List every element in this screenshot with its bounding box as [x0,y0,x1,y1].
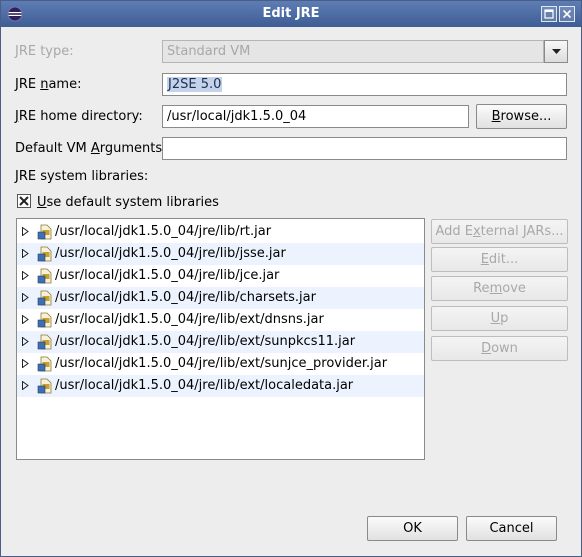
jar-icon [37,290,52,306]
library-row[interactable]: /usr/local/jdk1.5.0_04/jre/lib/charsets.… [17,287,424,309]
expand-arrow-icon[interactable] [22,315,29,324]
edit-jre-dialog: Edit JRE JRE type: Standard VM JRE name:… [0,0,582,557]
window-title: Edit JRE [262,6,320,21]
title-bar[interactable]: Edit JRE [1,1,581,27]
jar-icon [37,312,52,328]
library-path: /usr/local/jdk1.5.0_04/jre/lib/charsets.… [55,290,316,305]
library-row[interactable]: /usr/local/jdk1.5.0_04/jre/lib/ext/sunjc… [17,353,424,375]
system-libraries-label: JRE system libraries: [15,169,149,184]
library-row[interactable]: /usr/local/jdk1.5.0_04/jre/lib/rt.jar [17,221,424,243]
expand-arrow-icon[interactable] [22,359,29,368]
expand-arrow-icon[interactable] [22,249,29,258]
cancel-button[interactable]: Cancel [466,516,557,541]
expand-arrow-icon[interactable] [22,227,29,236]
add-external-jars-button[interactable]: Add External JARs... [431,219,568,244]
jre-name-value: J2SE 5.0 [167,77,223,92]
library-row[interactable]: /usr/local/jdk1.5.0_04/jre/lib/ext/sunpk… [17,331,424,353]
jar-icon [37,224,52,240]
use-default-libraries-checkbox[interactable] [17,194,31,208]
maximize-icon [544,9,554,19]
library-path: /usr/local/jdk1.5.0_04/jre/lib/ext/sunpk… [55,334,356,349]
chevron-down-icon [552,49,561,54]
jar-icon [37,356,52,372]
jre-type-label: JRE type: [15,44,74,59]
vm-args-label: Default VM Arguments: [15,141,167,156]
jre-name-label: JRE name: [15,77,82,92]
expand-arrow-icon[interactable] [22,271,29,280]
library-path: /usr/local/jdk1.5.0_04/jre/lib/ext/local… [55,378,354,393]
vm-args-field[interactable] [162,137,567,160]
jar-icon [37,246,52,262]
jre-name-field[interactable]: J2SE 5.0 [162,73,567,96]
library-row[interactable]: /usr/local/jdk1.5.0_04/jre/lib/jsse.jar [17,243,424,265]
library-row[interactable]: /usr/local/jdk1.5.0_04/jre/lib/ext/dnsns… [17,309,424,331]
maximize-button[interactable] [541,6,557,22]
jar-icon [37,334,52,350]
expand-arrow-icon[interactable] [22,337,29,346]
close-icon [562,9,572,19]
close-button[interactable] [559,6,575,22]
edit-button[interactable]: Edit... [431,247,568,272]
jre-type-combo[interactable]: Standard VM [162,40,544,63]
jre-home-field[interactable]: /usr/local/jdk1.5.0_04 [162,105,469,128]
expand-arrow-icon[interactable] [22,381,29,390]
library-path: /usr/local/jdk1.5.0_04/jre/lib/ext/dnsns… [55,312,324,327]
remove-button[interactable]: Remove [431,276,568,301]
use-default-libraries-label[interactable]: Use default system libraries [37,195,219,210]
library-row[interactable]: /usr/local/jdk1.5.0_04/jre/lib/jce.jar [17,265,424,287]
library-path: /usr/local/jdk1.5.0_04/jre/lib/jsse.jar [55,246,286,261]
jre-home-label: JRE home directory: [15,109,143,124]
checkmark-icon [19,196,29,206]
ok-button[interactable]: OK [367,516,458,541]
down-button[interactable]: Down [431,336,568,361]
library-path: /usr/local/jdk1.5.0_04/jre/lib/ext/sunjc… [55,356,388,371]
library-path: /usr/local/jdk1.5.0_04/jre/lib/jce.jar [55,268,280,283]
expand-arrow-icon[interactable] [22,293,29,302]
library-row[interactable]: /usr/local/jdk1.5.0_04/jre/lib/ext/local… [17,375,424,397]
jar-icon [37,268,52,284]
library-path: /usr/local/jdk1.5.0_04/jre/lib/rt.jar [55,224,272,239]
up-button[interactable]: Up [431,306,568,331]
library-list[interactable]: /usr/local/jdk1.5.0_04/jre/lib/rt.jar /u… [16,218,425,460]
jre-type-dropdown-button[interactable] [544,40,568,63]
jar-icon [37,378,52,394]
browse-button[interactable]: Browse... [476,104,567,129]
